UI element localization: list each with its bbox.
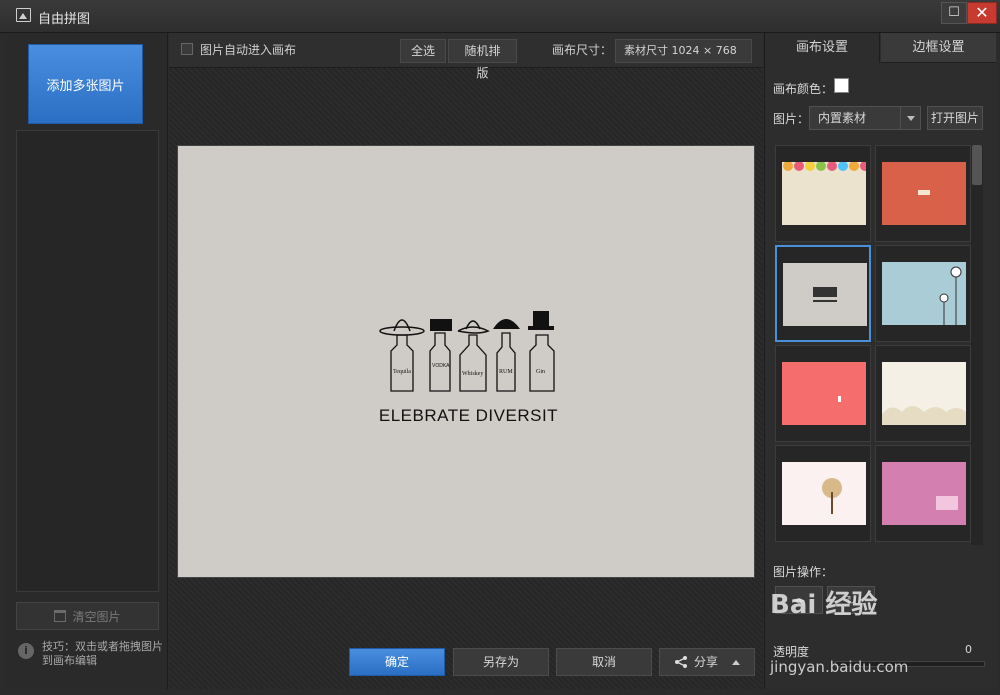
canvas-color-swatch[interactable] [834,78,849,93]
select-all-button[interactable]: 全选 [400,39,446,63]
scrollbar-thumb[interactable] [972,145,982,185]
chevron-up-icon [732,659,740,665]
left-panel: 添加多张图片 清空图片 i 技巧：双击或者拖拽图片到画布编辑 [6,33,168,689]
background-thumb-2[interactable] [875,145,971,242]
background-thumb-6[interactable] [875,345,971,442]
background-thumb-1[interactable] [775,145,871,242]
clear-images-label: 清空图片 [72,609,121,624]
title-bar: 自由拼图 ☐ ✕ [0,0,1000,33]
background-thumb-7[interactable] [775,445,871,542]
bottle-label-gin: Gin [536,369,545,375]
image-ops-label: 图片操作： [773,565,834,579]
polka-dot-thumbnail [782,162,866,225]
orange-thumbnail [882,162,966,225]
canvas-size-label: 画布尺寸： [552,43,613,57]
auto-enter-label: 图片自动进入画布 [200,43,297,57]
floral-thumbnail [882,362,966,425]
tree-thumbnail [782,462,866,525]
chevron-down-icon [900,107,920,129]
pink-gift-thumbnail [882,462,966,525]
maximize-button[interactable]: ☐ [941,2,967,24]
add-images-button[interactable]: 添加多张图片 [28,44,143,124]
background-thumb-8[interactable] [875,445,971,542]
picture-source-select[interactable]: 内置素材 [809,106,921,130]
random-layout-button[interactable]: 随机排版 [448,39,517,80]
diversity-thumbnail [783,263,867,326]
confirm-button[interactable]: 确定 [349,648,445,676]
tab-canvas-settings[interactable]: 画布设置 [765,33,880,63]
bottle-label-vodka: VODKA [432,363,450,369]
watermark-url: jingyan.baidu.com [770,658,909,676]
background-thumb-3[interactable] [775,245,871,342]
watermark-brand: Bai 经验 [770,590,878,620]
bottle-label-rum: RUM [499,369,513,375]
save-as-button[interactable]: 另存为 [453,648,549,676]
picture-source-value: 内置素材 [818,111,867,125]
open-picture-button[interactable]: 打开图片 [927,106,983,130]
bottle-label-whiskey: Whiskey [462,371,483,377]
cancel-button[interactable]: 取消 [556,648,652,676]
canvas-toolbar: 图片自动进入画布 全选 随机排版 画布尺寸： 素材尺寸 1024 × 768 [169,33,763,80]
info-icon: i [18,643,34,659]
close-button[interactable]: ✕ [967,2,997,24]
opacity-value: 0 [965,643,972,656]
tab-border-settings[interactable]: 边框设置 [881,33,996,63]
clear-images-button[interactable]: 清空图片 [16,602,159,630]
collage-canvas[interactable]: Tequila Tequila VODKA Whiskey RUM Gin CE… [177,145,755,578]
bottle-label-tequila: Tequila [393,369,411,375]
canvas-color-label: 画布颜色： [773,82,834,96]
auto-enter-checkbox[interactable] [181,43,193,55]
editor-area: 图片自动进入画布 全选 随机排版 画布尺寸： 素材尺寸 1024 × 768 T… [169,33,763,689]
tip-text: 技巧：双击或者拖拽图片到画布编辑 [42,640,163,667]
dandelion-thumbnail [882,262,966,325]
canvas-size-select[interactable]: 素材尺寸 1024 × 768 [615,39,752,63]
background-scrollbar[interactable] [971,145,983,545]
coral-thumbnail [782,362,866,425]
picture-label: 图片： [773,112,810,126]
share-icon [674,656,687,668]
background-thumb-4[interactable] [875,245,971,342]
image-list[interactable] [16,130,159,592]
celebrate-diversity-artwork[interactable]: Tequila Tequila VODKA Whiskey RUM Gin CE… [378,301,558,431]
app-icon [16,8,31,22]
window-title: 自由拼图 [38,12,91,27]
share-label: 分享 [693,655,718,669]
background-grid [775,145,973,545]
trash-icon [54,610,67,622]
artwork-caption: CELEBRATE DIVERSITY [378,406,558,425]
share-button[interactable]: 分享 [659,648,755,676]
background-thumb-5[interactable] [775,345,871,442]
